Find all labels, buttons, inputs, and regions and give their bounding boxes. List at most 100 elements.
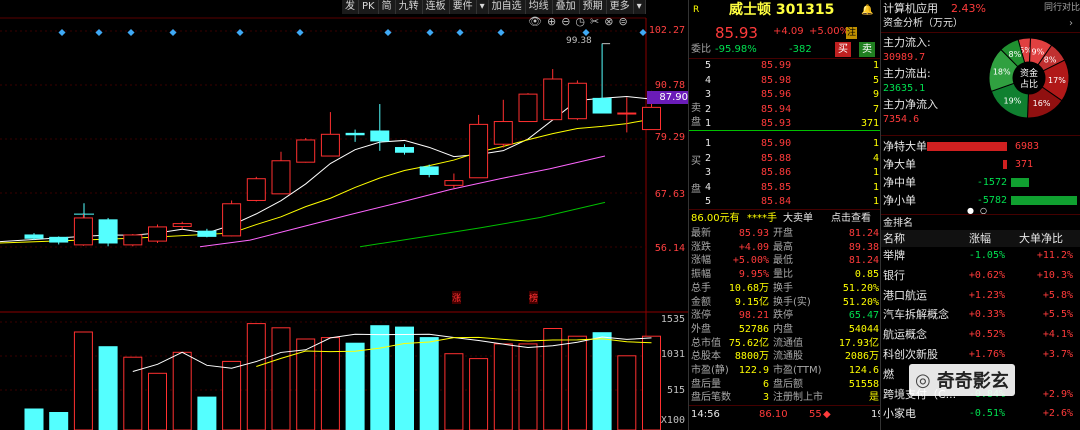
toolbar-item[interactable]: ▾ bbox=[634, 0, 646, 14]
candle-body bbox=[98, 219, 118, 244]
close-icon[interactable]: ⊗ bbox=[604, 15, 618, 28]
price-change: +4.09 bbox=[773, 26, 804, 37]
fund-panel: 计算机应用 2.43% 同行对比 资金分析（万元） › 主力流入: 30989.7… bbox=[880, 0, 1080, 430]
time-icon[interactable]: ◷ bbox=[575, 15, 590, 28]
kline-chart[interactable] bbox=[0, 0, 688, 430]
sell-order-row[interactable]: 1 85.93 371 bbox=[689, 116, 881, 131]
volume-bar bbox=[370, 325, 390, 430]
signal-marker bbox=[497, 28, 505, 37]
sell-side-label: 卖 bbox=[691, 103, 701, 114]
candle-body bbox=[444, 180, 464, 186]
signal-marker bbox=[95, 28, 103, 37]
order-volume: 1 bbox=[872, 196, 879, 207]
volume-bar bbox=[148, 372, 167, 430]
signal-marker bbox=[127, 28, 135, 37]
volume-bar bbox=[24, 408, 44, 430]
more-icon[interactable]: ⊜ bbox=[618, 15, 632, 28]
toolbar-item[interactable]: 连板 bbox=[423, 0, 450, 14]
ma20-line bbox=[199, 155, 606, 248]
bell-icon[interactable]: 🔔 bbox=[861, 3, 873, 18]
buy-order-row[interactable]: 1 85.90 1 bbox=[689, 136, 881, 151]
buy-order-row[interactable]: 5 85.84 1 bbox=[689, 194, 881, 209]
sell-button[interactable]: 卖 bbox=[859, 42, 875, 57]
zoom-out-icon[interactable]: ⊖ bbox=[561, 15, 575, 28]
flow-value-text: 7354.6 bbox=[883, 114, 920, 125]
toolbar-item[interactable]: 叠加 bbox=[553, 0, 580, 14]
toolbar-item[interactable]: 更多 bbox=[607, 0, 634, 14]
toolbar-item[interactable]: 均线 bbox=[526, 0, 553, 14]
rank-header-bignet[interactable]: 大单净比 bbox=[1019, 230, 1063, 247]
pie-slice-label: 19% bbox=[1004, 97, 1022, 106]
price-row: 85.93 +4.09 +5.00% 注 bbox=[689, 24, 881, 42]
signal-marker bbox=[639, 28, 647, 37]
rank-header-name[interactable]: 名称 bbox=[883, 230, 905, 247]
toolbar-item[interactable]: 加自选 bbox=[489, 0, 526, 14]
rank-row[interactable]: 举牌 -1.05% +11.2% bbox=[881, 247, 1080, 264]
fund-pie-chart: 5% 9%8%17%16%19%18%8%资金占比 bbox=[988, 37, 1070, 119]
eye-icon[interactable]: 👁 bbox=[528, 15, 547, 28]
high-price-label: 99.38 bbox=[566, 36, 592, 46]
big-order-price: 86.00元有 bbox=[691, 213, 740, 224]
rank-row[interactable]: 港口航运 +1.23% +5.8% bbox=[881, 287, 1080, 304]
big-order-view-link[interactable]: 点击查看 bbox=[831, 211, 871, 226]
net-order-bar bbox=[1011, 196, 1077, 205]
toolbar-item[interactable]: 发 bbox=[342, 0, 359, 14]
scissors-icon[interactable]: ✂ bbox=[590, 15, 604, 28]
buy-button[interactable]: 买 bbox=[835, 42, 851, 57]
rank-row[interactable]: 航运概念 +0.52% +4.1% bbox=[881, 326, 1080, 343]
toolbar-item[interactable]: 九转 bbox=[396, 0, 423, 14]
signal-marker bbox=[582, 28, 590, 37]
toolbar-item[interactable]: 简 bbox=[379, 0, 396, 14]
candle-body bbox=[271, 160, 291, 195]
toolbar-item[interactable]: 要件 bbox=[450, 0, 477, 14]
candle-body bbox=[320, 133, 340, 157]
price-axis-label: 90.78 bbox=[654, 80, 685, 91]
candle-body bbox=[567, 82, 587, 120]
kline-chart-panel[interactable]: 发 PK 简九转 连板 要件 ▾ 加自选 均线 叠加 预期 更多 ▾ 👁⊕⊖◷✂⊗⊜ 102.27 9… bbox=[0, 0, 688, 430]
flow-value-text: 30989.7 bbox=[883, 52, 926, 63]
rank-bignet: +10.3% bbox=[1036, 269, 1073, 281]
buy-order-row[interactable]: 2 85.88 4 bbox=[689, 151, 881, 166]
order-volume: 5 bbox=[872, 74, 879, 86]
zoom-in-icon[interactable]: ⊕ bbox=[547, 15, 561, 28]
volume-bar bbox=[395, 326, 414, 430]
rank-tag: 榜 bbox=[529, 291, 539, 304]
rank-change: +1.76% bbox=[968, 349, 1005, 360]
stock-header: R 威士顿 301315 🔔 bbox=[689, 3, 881, 18]
order-price: 85.98 bbox=[761, 74, 792, 86]
order-price: 85.86 bbox=[761, 167, 792, 178]
price-axis-label: 102.27 bbox=[648, 25, 685, 36]
big-order-row[interactable]: 86.00元有 ****手 大卖单 点击查看 bbox=[689, 211, 881, 226]
buy-order-row[interactable]: 4 85.85 1 bbox=[689, 180, 881, 195]
divider bbox=[881, 135, 1080, 136]
volume-bar bbox=[246, 323, 266, 430]
rank-bignet: +3.7% bbox=[1042, 349, 1073, 360]
sell-order-row[interactable]: 4 85.98 5 bbox=[689, 73, 881, 88]
rank-row[interactable]: 银行 +0.62% +10.3% bbox=[881, 267, 1080, 284]
chevron-right-icon[interactable]: › bbox=[1069, 15, 1073, 32]
volume-axis-label: 1535 bbox=[660, 314, 685, 325]
volume-bar bbox=[222, 360, 242, 430]
sell-side-label: 盘 bbox=[691, 117, 701, 128]
rank-bignet: +2.9% bbox=[1042, 388, 1073, 400]
rank-row[interactable]: 汽车拆解概念 +0.33% +5.5% bbox=[881, 306, 1080, 323]
toolbar-item[interactable]: 预期 bbox=[580, 0, 607, 14]
rank-bignet: +4.1% bbox=[1042, 329, 1073, 341]
sell-order-row[interactable]: 2 85.94 7 bbox=[689, 102, 881, 117]
limit-up-tag: 涨 bbox=[452, 291, 462, 304]
divider bbox=[881, 32, 1080, 33]
pie-center-label: 占比 bbox=[1020, 78, 1038, 90]
volume-bar bbox=[617, 355, 637, 430]
rank-row[interactable]: 小家电 -0.51% +2.6% bbox=[881, 405, 1080, 422]
buy-order-row[interactable]: 3 85.86 1 bbox=[689, 165, 881, 180]
sell-order-row[interactable]: 3 85.96 9 bbox=[689, 87, 881, 102]
volume-axis-label: 515 bbox=[666, 385, 685, 396]
order-level: 4 bbox=[705, 74, 712, 86]
rank-row[interactable]: 科创次新股 +1.76% +3.7% bbox=[881, 346, 1080, 363]
toolbar-item[interactable]: ▾ bbox=[477, 0, 489, 14]
signal-marker bbox=[426, 28, 434, 37]
signal-marker bbox=[58, 28, 66, 37]
rank-header-change[interactable]: 涨幅 bbox=[969, 230, 991, 247]
sell-order-row[interactable]: 5 85.99 1 bbox=[689, 58, 881, 73]
toolbar-item[interactable]: PK bbox=[359, 0, 379, 14]
